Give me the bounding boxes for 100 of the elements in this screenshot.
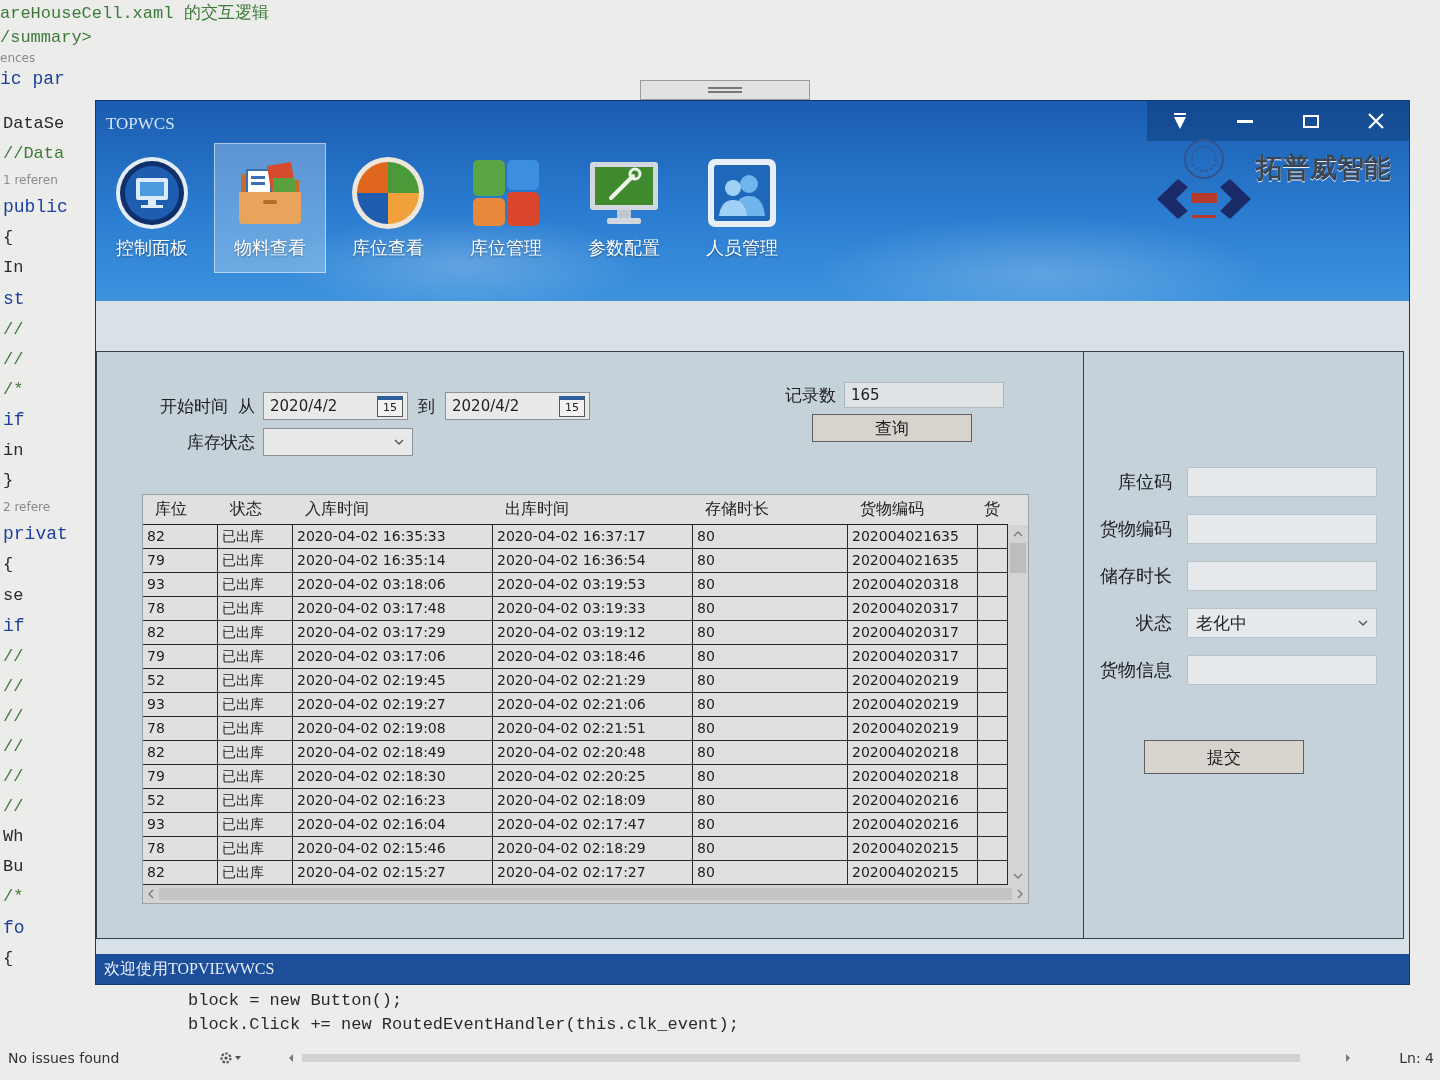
table-cell: 2020-04-02 03:17:29: [293, 621, 493, 645]
table-cell: 已出库: [218, 741, 293, 765]
table-cell: 202004020219: [848, 669, 978, 693]
code-line: if: [3, 614, 25, 638]
table-cell: 2020-04-02 03:19:33: [493, 597, 693, 621]
table-cell: 已出库: [218, 525, 293, 549]
table-cell: 2020-04-02 03:19:53: [493, 573, 693, 597]
table-cell: 202004020215: [848, 837, 978, 861]
stock-status-dropdown[interactable]: [263, 428, 413, 456]
logo-text: 拓普威智能: [1256, 151, 1391, 185]
table-cell: 202004020218: [848, 741, 978, 765]
table-cell: 202004020317: [848, 597, 978, 621]
table-cell: 2020-04-02 02:18:09: [493, 789, 693, 813]
column-header[interactable]: 货物编码: [848, 495, 978, 525]
status-message: 欢迎使用TOPVIEWWCS: [104, 958, 275, 979]
column-header[interactable]: 货: [978, 495, 1008, 525]
table-cell: 2020-04-02 03:18:46: [493, 645, 693, 669]
table-cell: 78: [143, 837, 218, 861]
submit-button[interactable]: 提交: [1144, 740, 1304, 774]
scroll-right-icon[interactable]: [1017, 889, 1023, 899]
table-cell: 2020-04-02 02:16:23: [293, 789, 493, 813]
column-header[interactable]: 库位: [143, 495, 218, 525]
table-cell: 202004020219: [848, 693, 978, 717]
table-cell: 80: [693, 693, 848, 717]
table-cell: 80: [693, 621, 848, 645]
table-cell: 已出库: [218, 765, 293, 789]
table-cell: 2020-04-02 03:19:12: [493, 621, 693, 645]
table-cell: 2020-04-02 03:17:06: [293, 645, 493, 669]
code-line: {: [3, 947, 14, 970]
table-cell: 2020-04-02 16:35:14: [293, 549, 493, 573]
field-label: 储存时长: [1099, 564, 1172, 588]
table-cell: 2020-04-02 03:18:06: [293, 573, 493, 597]
horizontal-scrollbar[interactable]: [143, 885, 1028, 903]
text-field[interactable]: [1187, 467, 1377, 497]
code-line: //: [3, 645, 24, 668]
table-cell: 80: [693, 813, 848, 837]
gear-icon[interactable]: [219, 1050, 244, 1065]
table-cell: 80: [693, 669, 848, 693]
table-cell: 202004020219: [848, 717, 978, 741]
date-field[interactable]: 2020/4/2 15: [263, 392, 408, 420]
query-button[interactable]: 查询: [812, 414, 972, 442]
scroll-left-icon[interactable]: [288, 1052, 295, 1063]
code-line: /summary>: [0, 27, 92, 49]
scroll-left-icon[interactable]: [148, 889, 154, 899]
table-cell: 202004021635: [848, 549, 978, 573]
vertical-scrollbar[interactable]: [1008, 525, 1028, 885]
table-cell: 2020-04-02 02:21:51: [493, 717, 693, 741]
table-cell: 已出库: [218, 621, 293, 645]
field-label: 开始时间: [160, 394, 228, 418]
code-line: if: [3, 408, 25, 432]
table-cell: 2020-04-02 02:16:04: [293, 813, 493, 837]
column-header[interactable]: 状态: [218, 495, 293, 525]
table-cell: 82: [143, 525, 218, 549]
status-dropdown[interactable]: 老化中: [1187, 608, 1377, 638]
calendar-button[interactable]: 15: [559, 395, 585, 417]
maximize-icon: [1302, 114, 1319, 128]
text-field[interactable]: [1187, 561, 1377, 591]
calendar-button[interactable]: 15: [377, 395, 403, 417]
table-cell: 80: [693, 717, 848, 741]
table-cell: 80: [693, 645, 848, 669]
table-cell: 202004021635: [848, 525, 978, 549]
scroll-down-icon[interactable]: [1013, 873, 1023, 879]
nav-button[interactable]: 参数配置: [568, 143, 680, 273]
table-cell: 2020-04-02 02:18:29: [493, 837, 693, 861]
text-field[interactable]: [1187, 655, 1377, 685]
table-cell: 80: [693, 741, 848, 765]
column-header[interactable]: 存储时长: [693, 495, 848, 525]
nav-button[interactable]: 控制面板: [96, 143, 208, 273]
nav-button[interactable]: 人员管理: [686, 143, 798, 273]
table-cell: 2020-04-02 02:19:27: [293, 693, 493, 717]
scroll-right-icon[interactable]: [1345, 1052, 1352, 1063]
code-line: block = new Button();: [188, 990, 403, 1012]
column-header[interactable]: 出库时间: [493, 495, 693, 525]
code-line: }: [3, 470, 14, 493]
table-cell: 2020-04-02 02:15:46: [293, 837, 493, 861]
code-line: //: [3, 766, 24, 789]
horizontal-scrollbar[interactable]: [302, 1053, 1301, 1062]
code-line: {: [3, 227, 14, 250]
table-cell: 2020-04-02 02:21:06: [493, 693, 693, 717]
table-cell: 78: [143, 597, 218, 621]
code-line: fo: [3, 916, 25, 940]
logo-icon: [1156, 139, 1252, 221]
table-cell: 已出库: [218, 669, 293, 693]
caret-down-icon: [1171, 113, 1188, 129]
close-icon: [1368, 113, 1385, 129]
date-field[interactable]: 2020/4/2 15: [445, 392, 590, 420]
table-cell: 已出库: [218, 837, 293, 861]
code-line: /*: [3, 886, 24, 909]
scroll-up-icon[interactable]: [1013, 531, 1023, 537]
code-line: /*: [3, 378, 24, 401]
table-cell: 202004020318: [848, 573, 978, 597]
table-cell: 2020-04-02 02:20:25: [493, 765, 693, 789]
table-cell: 2020-04-02 16:35:33: [293, 525, 493, 549]
table-cell: 已出库: [218, 693, 293, 717]
table-cell: 202004020216: [848, 789, 978, 813]
text-field[interactable]: [1187, 514, 1377, 544]
column-header[interactable]: 入库时间: [293, 495, 493, 525]
splitter-grip-icon[interactable]: [640, 80, 810, 100]
minimize-icon: [1237, 119, 1254, 123]
table-cell: 80: [693, 573, 848, 597]
